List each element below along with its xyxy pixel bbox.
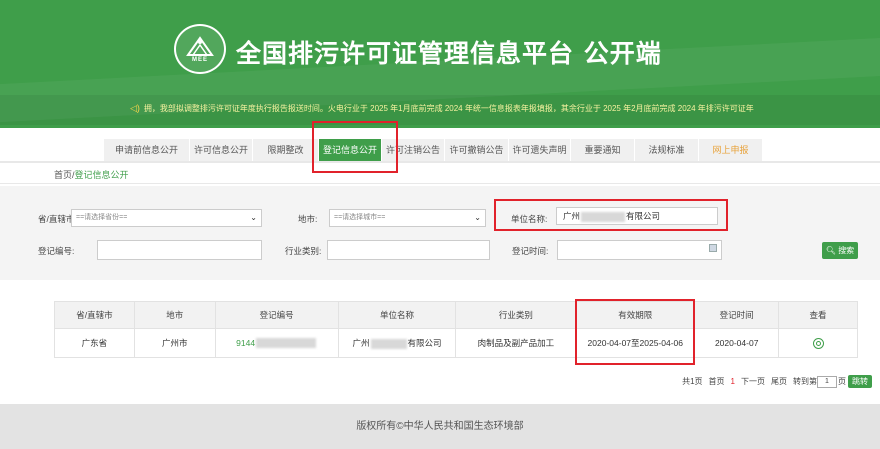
- cell-city: 广州市: [133, 328, 216, 358]
- breadcrumb-divider: [0, 183, 880, 184]
- breadcrumb-home[interactable]: 首页: [54, 170, 72, 180]
- reg-time-input[interactable]: [557, 240, 722, 260]
- search-icon: 🔍︎: [825, 246, 836, 255]
- nav-notices[interactable]: 重要通知: [571, 139, 635, 161]
- pager-current[interactable]: 1: [731, 377, 735, 386]
- province-select-value: ==请选择省份==: [76, 214, 128, 221]
- breadcrumb-current[interactable]: 登记信息公开: [75, 170, 129, 180]
- site-title: 全国排污许可证管理信息平台 公开端: [236, 39, 662, 68]
- company-prefix: 广州: [352, 338, 370, 348]
- emblem-icon: [186, 36, 214, 56]
- nav-revocation[interactable]: 许可撤销公告: [445, 139, 509, 161]
- col-company: 单位名称: [337, 301, 457, 329]
- logo-text: MEE: [191, 57, 208, 63]
- cell-reg-no: 9144: [214, 328, 339, 358]
- nav-divider: [0, 161, 880, 163]
- site-header: MEE 全国排污许可证管理信息平台 公开端 ◁) 拥，我部拟调整排污许可证年度执…: [0, 0, 880, 128]
- pager-next[interactable]: 下一页: [741, 376, 765, 387]
- page-number-input[interactable]: 1: [817, 375, 837, 388]
- cell-company: 广州 有限公司: [337, 328, 457, 358]
- pager-last[interactable]: 尾页: [771, 376, 787, 387]
- col-view: 查看: [778, 301, 858, 329]
- company-suffix: 有限公司: [626, 211, 661, 221]
- redacted-text: [256, 338, 317, 349]
- search-button[interactable]: 🔍︎ 搜索: [822, 242, 858, 259]
- footer: 版权所有©中华人民共和国生态环境部: [0, 404, 880, 449]
- pager-total: 共1页: [682, 377, 703, 386]
- nav-registration-info[interactable]: 登记信息公开: [319, 139, 382, 163]
- industry-input[interactable]: [327, 240, 490, 260]
- calendar-icon: [709, 244, 717, 252]
- nav-lost-statement[interactable]: 许可遗失声明: [509, 139, 571, 161]
- company-label: 单位名称:: [511, 214, 548, 224]
- pager-goto-label: 转到第: [793, 377, 817, 386]
- pager-first[interactable]: 首页: [709, 376, 725, 387]
- industry-label: 行业类别:: [285, 246, 322, 256]
- cell-view: [778, 328, 858, 358]
- nav-rectification[interactable]: 限期整改: [253, 139, 319, 161]
- notice-marquee[interactable]: ◁) 拥，我部拟调整排污许可证年度执行报告报送时间。火电行业于 2025 年1月…: [130, 101, 782, 115]
- reg-no-label: 登记编号:: [38, 246, 75, 256]
- cell-reg-time: 2020-04-07: [694, 328, 780, 358]
- pagination: 共1页 首页 1 下一页 尾页 转到第 1 页 跳转: [676, 375, 872, 388]
- city-select-value: ==请选择城市==: [334, 214, 386, 221]
- cell-validity: 2020-04-07至2025-04-06: [575, 328, 696, 358]
- jump-button[interactable]: 跳转: [848, 375, 872, 388]
- notice-text: 拥，我部拟调整排污许可证年度执行报告报送时间。火电行业于 2025 年1月底前完…: [143, 103, 754, 113]
- search-button-label: 搜索: [838, 246, 855, 255]
- view-icon[interactable]: [812, 337, 824, 349]
- pager-unit: 页: [838, 377, 846, 386]
- company-prefix: 广州: [563, 211, 581, 221]
- nav-permit-info[interactable]: 许可信息公开: [190, 139, 253, 161]
- company-input[interactable]: 广州 有限公司: [556, 207, 718, 225]
- col-province: 省/直辖市: [54, 301, 135, 329]
- col-city: 地市: [133, 301, 216, 329]
- table-header-row: 省/直辖市 地市 登记编号 单位名称 行业类别 有效期限 登记时间 查看: [54, 301, 858, 329]
- nav-online-report[interactable]: 网上申报: [699, 139, 763, 161]
- chevron-down-icon: ⌄: [474, 213, 481, 222]
- reg-no-input[interactable]: [97, 240, 262, 260]
- province-select[interactable]: ==请选择省份== ⌄: [71, 209, 262, 227]
- mee-logo: MEE: [174, 24, 226, 74]
- table-row: 广东省 广州市 9144 广州 有限公司 肉制品及副产品加工 2020-04-07…: [54, 328, 858, 358]
- speaker-icon: ◁): [130, 102, 140, 113]
- city-select[interactable]: ==请选择城市== ⌄: [329, 209, 486, 227]
- company-suffix: 有限公司: [407, 338, 442, 348]
- nav-cancellation[interactable]: 许可注销公告: [382, 139, 445, 161]
- col-reg-no: 登记编号: [214, 301, 339, 329]
- nav-pre-application[interactable]: 申请前信息公开: [104, 139, 190, 161]
- cell-industry: 肉制品及副产品加工: [455, 328, 577, 358]
- reg-no-prefix: 9144: [236, 337, 256, 348]
- col-reg-time: 登记时间: [694, 301, 780, 329]
- city-label: 地市:: [298, 214, 318, 224]
- search-panel: [0, 186, 880, 280]
- redacted-text: [581, 211, 626, 222]
- cell-province: 广东省: [54, 328, 135, 358]
- redacted-text: [370, 338, 407, 349]
- copyright-text: 版权所有©中华人民共和国生态环境部: [356, 421, 524, 432]
- results-table: 省/直辖市 地市 登记编号 单位名称 行业类别 有效期限 登记时间 查看 广东省…: [54, 301, 858, 358]
- chevron-down-icon: ⌄: [250, 213, 257, 222]
- nav-regulations[interactable]: 法规标准: [635, 139, 699, 161]
- main-nav: 申请前信息公开 许可信息公开 限期整改 登记信息公开 许可注销公告 许可撤销公告…: [104, 139, 763, 163]
- col-validity: 有效期限: [575, 301, 696, 329]
- reg-time-label: 登记时间:: [512, 246, 549, 256]
- breadcrumb: 首页/登记信息公开: [54, 168, 129, 181]
- col-industry: 行业类别: [455, 301, 577, 329]
